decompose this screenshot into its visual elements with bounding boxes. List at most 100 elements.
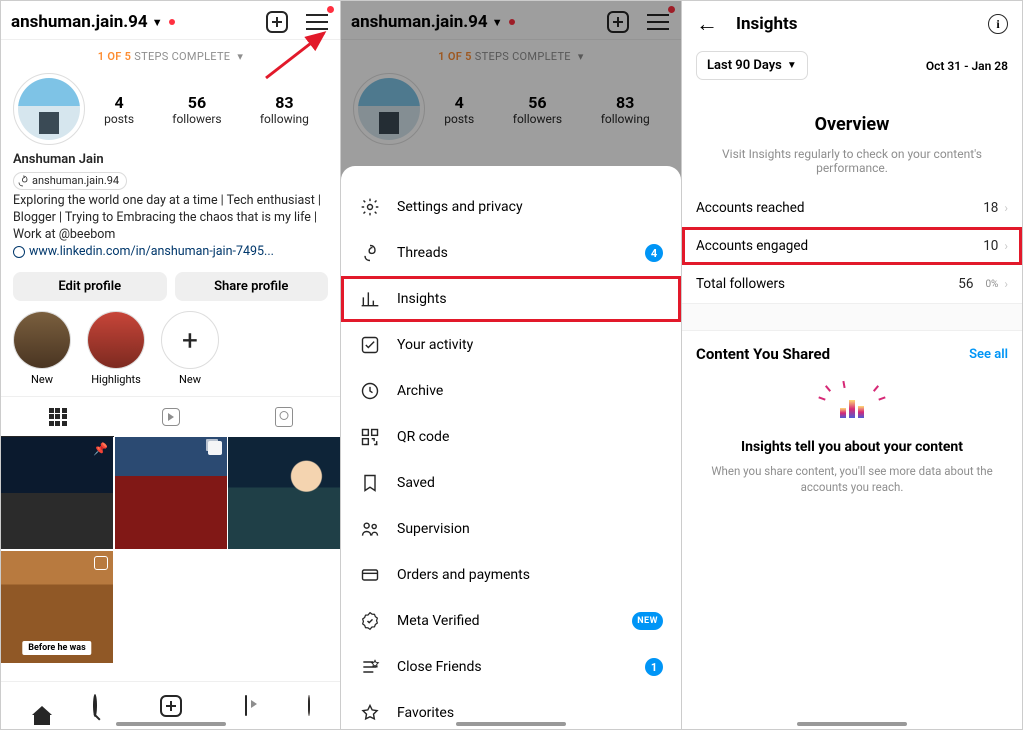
highlight-item[interactable]: Highlights	[87, 311, 145, 386]
activity-icon	[359, 334, 381, 356]
gear-icon	[359, 196, 381, 218]
username[interactable]: anshuman.jain.94	[11, 12, 148, 32]
profile-avatar[interactable]	[13, 73, 85, 145]
home-indicator	[797, 722, 907, 726]
menu-label: Close Friends	[397, 659, 482, 675]
metric-label: Accounts reached	[696, 200, 805, 216]
chevron-right-icon: ›	[1004, 277, 1008, 291]
info-button[interactable]: i	[988, 14, 1008, 34]
supervision-icon	[359, 518, 381, 540]
hamburger-icon	[306, 14, 328, 30]
chevron-down-icon: ▼	[787, 60, 797, 71]
menu-button[interactable]	[304, 9, 330, 35]
badge-new: NEW	[632, 612, 663, 630]
create-post-button[interactable]	[264, 9, 290, 35]
menu-label: Threads	[397, 245, 448, 261]
home-indicator	[116, 722, 226, 726]
menu-supervision[interactable]: Supervision	[341, 506, 681, 552]
archive-icon	[359, 380, 381, 402]
section-heading: Content You Shared	[696, 345, 830, 363]
avatar-icon	[308, 695, 310, 716]
plus-icon	[160, 695, 182, 717]
highlight-item[interactable]: New	[13, 311, 71, 386]
edit-profile-button[interactable]: Edit profile	[13, 272, 167, 301]
date-filter[interactable]: Last 90 Days▼	[696, 51, 808, 80]
nav-create[interactable]	[158, 693, 184, 719]
post-thumbnail[interactable]	[228, 437, 340, 549]
overview-subtitle: Visit Insights regularly to check on you…	[706, 147, 998, 175]
menu-label: Your activity	[397, 337, 473, 353]
reels-icon	[245, 695, 247, 716]
grid-icon	[49, 408, 67, 426]
menu-label: Orders and payments	[397, 567, 530, 583]
threads-icon	[17, 175, 29, 187]
menu-archive[interactable]: Archive	[341, 368, 681, 414]
bookmark-icon	[359, 472, 381, 494]
badge-count: 1	[645, 658, 663, 676]
menu-label: Meta Verified	[397, 613, 480, 629]
display-name: Anshuman Jain	[13, 151, 328, 169]
threads-handle[interactable]: anshuman.jain.94	[13, 172, 127, 191]
menu-orders[interactable]: Orders and payments	[341, 552, 681, 598]
menu-saved[interactable]: Saved	[341, 460, 681, 506]
metric-accounts-reached[interactable]: Accounts reached 18›	[682, 189, 1022, 227]
tagged-tab[interactable]	[227, 397, 340, 437]
empty-state-body: When you share content, you'll see more …	[706, 463, 998, 495]
post-empty	[228, 551, 340, 663]
post-thumbnail[interactable]	[115, 437, 227, 549]
threads-icon	[359, 242, 381, 264]
post-empty	[115, 551, 227, 663]
menu-label: Saved	[397, 475, 435, 491]
home-indicator	[456, 722, 566, 726]
menu-settings[interactable]: Settings and privacy	[341, 184, 681, 230]
metric-label: Total followers	[696, 276, 785, 292]
close-friends-icon	[359, 656, 381, 678]
menu-label: Supervision	[397, 521, 470, 537]
posts-count[interactable]: 4posts	[104, 93, 134, 126]
profile-header: anshuman.jain.94 ▼	[1, 1, 340, 39]
chevron-right-icon: ›	[1004, 239, 1008, 253]
highlight-new[interactable]: +New	[161, 311, 219, 386]
chevron-down-icon[interactable]: ▼	[152, 16, 163, 29]
chart-icon	[359, 288, 381, 310]
post-thumbnail[interactable]: Before he was	[1, 551, 113, 663]
followers-count[interactable]: 56followers	[172, 93, 221, 126]
page-title: Insights	[736, 14, 797, 34]
share-profile-button[interactable]: Share profile	[175, 272, 329, 301]
steps-complete-banner[interactable]: 1 OF 5 STEPS COMPLETE ▾	[1, 40, 340, 73]
menu-activity[interactable]: Your activity	[341, 322, 681, 368]
reels-tab[interactable]	[114, 397, 227, 437]
metric-accounts-engaged[interactable]: Accounts engaged 10›	[682, 227, 1022, 265]
bio-link[interactable]: www.linkedin.com/in/anshuman-jain-7495..…	[13, 244, 274, 261]
posts-tab[interactable]	[1, 397, 114, 437]
nav-reels[interactable]	[245, 696, 247, 715]
pin-icon: 📌	[93, 442, 108, 456]
star-icon	[359, 702, 381, 724]
qr-icon	[359, 426, 381, 448]
search-icon	[93, 694, 97, 717]
metric-total-followers[interactable]: Total followers 560%›	[682, 265, 1022, 303]
insights-illustration	[829, 389, 875, 421]
menu-label: QR code	[397, 429, 449, 445]
back-button[interactable]: ←	[696, 11, 718, 37]
verified-icon	[359, 610, 381, 632]
metric-label: Accounts engaged	[696, 238, 808, 254]
menu-insights[interactable]: Insights	[341, 276, 681, 322]
chevron-right-icon: ›	[1004, 201, 1008, 215]
reels-icon	[162, 408, 180, 426]
link-icon	[11, 244, 28, 261]
post-thumbnail[interactable]: 📌	[1, 437, 113, 549]
see-all-link[interactable]: See all	[969, 347, 1008, 362]
menu-sheet: Settings and privacy Threads4 Insights Y…	[341, 166, 681, 729]
nav-profile[interactable]	[308, 696, 310, 715]
tagged-icon	[275, 407, 293, 427]
following-count[interactable]: 83following	[260, 93, 309, 126]
menu-meta-verified[interactable]: Meta Verified NEW	[341, 598, 681, 644]
menu-label: Insights	[397, 291, 447, 307]
menu-qr[interactable]: QR code	[341, 414, 681, 460]
menu-close-friends[interactable]: Close Friends 1	[341, 644, 681, 690]
phone-2-menu: anshuman.jain.94 ▼ 1 OF 5 STEPS COMPLETE…	[341, 0, 682, 730]
empty-state-title: Insights tell you about your content	[706, 439, 998, 455]
menu-threads[interactable]: Threads4	[341, 230, 681, 276]
nav-search[interactable]	[93, 696, 97, 715]
